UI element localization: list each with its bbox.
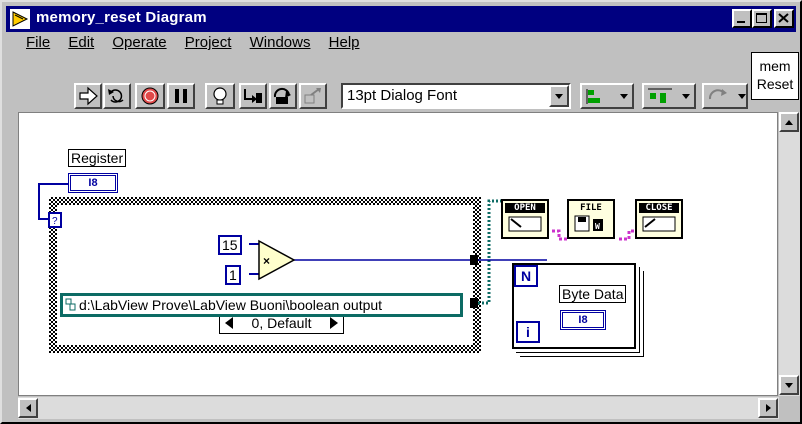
menu-operate[interactable]: Operate — [112, 34, 166, 51]
abort-button[interactable] — [135, 83, 165, 109]
font-select-dropdown[interactable] — [549, 85, 569, 107]
step-into-button[interactable] — [239, 83, 267, 109]
arrow-left-icon — [26, 404, 31, 412]
vi-icon-mem-reset[interactable]: mem Reset — [751, 52, 799, 100]
menu-edit[interactable]: Edit — [68, 34, 94, 51]
close-window-button[interactable] — [774, 9, 794, 28]
reorder-icon — [708, 89, 746, 100]
write-file-vi-label: FILE — [580, 203, 602, 213]
align-objects-button[interactable] — [580, 83, 634, 109]
run-button[interactable] — [74, 83, 102, 109]
step-into-icon — [244, 89, 262, 103]
path-constant-value: d:\LabView Prove\LabView Buoni\boolean o… — [79, 297, 383, 313]
diagram-window: memory_reset Diagram File Edit Operate P… — [0, 0, 802, 424]
path-wire — [478, 199, 501, 305]
case-increment-arrow-icon[interactable] — [328, 316, 340, 330]
svg-text:×: × — [263, 254, 270, 268]
block-diagram-canvas[interactable]: × ? Register I8 0, Default 15 1 d:\LabVi… — [18, 112, 778, 396]
arrow-up-icon — [785, 120, 793, 125]
maximize-button[interactable] — [752, 9, 772, 28]
diagram-structures: × ? — [38, 183, 635, 353]
scroll-right-button[interactable] — [758, 398, 778, 418]
write-file-vi[interactable]: FILE W — [567, 199, 615, 239]
step-over-button[interactable] — [269, 83, 297, 109]
minimize-icon — [737, 21, 745, 23]
distribute-objects-button[interactable] — [642, 83, 696, 109]
chevron-down-icon — [555, 94, 563, 99]
loop-iteration-terminal[interactable]: i — [516, 321, 540, 343]
case-tunnel-path — [470, 298, 478, 308]
scroll-up-button[interactable] — [779, 112, 799, 132]
scroll-down-button[interactable] — [779, 375, 799, 395]
register-terminal[interactable]: I8 — [68, 173, 118, 193]
vi-icon-line1: mem — [759, 58, 791, 74]
step-out-icon — [304, 88, 321, 104]
vi-icon-line2: Reset — [756, 76, 794, 92]
reorder-button[interactable] — [702, 83, 748, 109]
menu-help[interactable]: Help — [329, 34, 360, 51]
font-select[interactable]: 13pt Dialog Font — [341, 83, 571, 109]
path-glyph-icon — [65, 298, 76, 311]
case-selector-value: 0, Default — [251, 315, 312, 331]
register-label: Register — [68, 149, 127, 167]
menu-project[interactable]: Project — [185, 34, 232, 51]
multiply-function[interactable]: × — [258, 239, 296, 281]
byte-data-label: Byte Data — [559, 285, 627, 303]
close-file-icon — [642, 216, 676, 232]
abort-stop-icon — [141, 87, 159, 105]
maximize-icon — [756, 13, 767, 23]
menu-file[interactable]: File — [26, 34, 50, 51]
minimize-button[interactable] — [732, 9, 752, 28]
step-out-button[interactable] — [299, 83, 327, 109]
case-selector-question-icon: ? — [52, 216, 58, 227]
close-file-vi[interactable]: CLOSE — [635, 199, 683, 239]
labview-app-icon[interactable] — [10, 9, 30, 29]
arrow-right-icon — [766, 404, 771, 412]
step-over-icon — [273, 87, 291, 104]
arrow-down-icon — [785, 383, 793, 388]
open-file-icon — [508, 216, 542, 232]
case-tunnel-int — [470, 255, 478, 265]
title-bar[interactable]: memory_reset Diagram — [6, 6, 796, 32]
open-file-vi[interactable]: OPEN — [501, 199, 549, 239]
horizontal-scrollbar[interactable] — [18, 397, 779, 419]
pause-icon — [175, 89, 187, 103]
open-file-vi-label: OPEN — [505, 203, 545, 213]
loop-count-terminal[interactable]: N — [514, 265, 538, 287]
vertical-scrollbar[interactable] — [779, 112, 800, 396]
floppy-disk-icon: W — [574, 215, 603, 232]
svg-text:W: W — [595, 222, 600, 231]
byte-data-terminal[interactable]: I8 — [560, 310, 606, 330]
case-decrement-arrow-icon[interactable] — [223, 316, 235, 330]
run-arrow-icon — [79, 86, 98, 106]
scroll-left-button[interactable] — [18, 398, 38, 418]
align-objects-icon — [586, 89, 628, 104]
font-select-value: 13pt Dialog Font — [347, 87, 458, 104]
menu-windows[interactable]: Windows — [250, 34, 311, 51]
constant-15[interactable]: 15 — [218, 235, 242, 255]
run-continuously-icon — [108, 89, 124, 103]
distribute-objects-icon — [648, 88, 690, 103]
highlight-execution-button[interactable] — [205, 83, 235, 109]
menu-bar: File Edit Operate Project Windows Help — [26, 34, 374, 56]
refnum-wire-2 — [619, 229, 635, 241]
run-continuously-button[interactable] — [103, 83, 131, 109]
pause-button[interactable] — [167, 83, 195, 109]
lightbulb-icon — [213, 87, 227, 105]
close-file-vi-label: CLOSE — [639, 203, 679, 213]
window-title: memory_reset Diagram — [36, 9, 207, 26]
path-constant[interactable]: d:\LabView Prove\LabView Buoni\boolean o… — [60, 293, 463, 317]
constant-1[interactable]: 1 — [225, 265, 241, 285]
close-icon — [778, 13, 789, 23]
